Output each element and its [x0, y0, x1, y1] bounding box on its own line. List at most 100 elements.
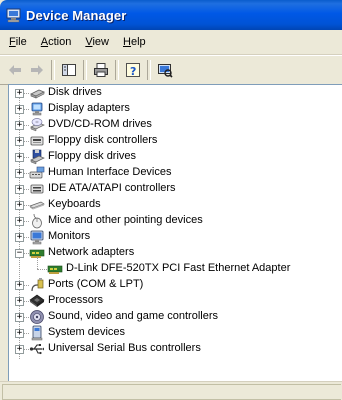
disk-drive-icon	[30, 89, 45, 99]
tree-item-label: System devices	[48, 326, 126, 338]
show-hide-console-tree-button[interactable]	[58, 59, 80, 81]
menu-file-mnemonic: F	[9, 36, 16, 48]
tree-item-label: Monitors	[48, 230, 91, 242]
menu-file-label: ile	[15, 36, 27, 48]
tree-item-label: Mice and other pointing devices	[48, 214, 203, 226]
back-arrow-icon	[9, 65, 21, 75]
expand-icon[interactable]: +	[15, 153, 24, 162]
expand-icon[interactable]: +	[15, 329, 24, 338]
tree-item-system-devices[interactable]: + System devices	[9, 325, 339, 341]
tree-item-monitors[interactable]: + Monitors	[9, 229, 339, 245]
tree-item-label: Universal Serial Bus controllers	[48, 342, 201, 354]
cdrom-drive-icon	[30, 118, 45, 132]
processor-icon	[29, 294, 45, 307]
expand-icon[interactable]: +	[15, 121, 24, 130]
forward-arrow-icon	[31, 65, 43, 75]
expand-icon[interactable]: +	[15, 281, 24, 290]
status-bar-pane	[2, 384, 341, 400]
menu-help[interactable]: Help	[116, 34, 153, 50]
menu-action-mnemonic: A	[40, 36, 49, 48]
collapse-icon[interactable]: −	[15, 249, 24, 258]
tree-connector-line	[37, 257, 38, 269]
tree-item-floppy-disk-drives[interactable]: + Floppy disk drives	[9, 149, 339, 165]
expand-icon[interactable]: +	[15, 201, 24, 210]
title-bar[interactable]: Device Manager	[0, 0, 342, 30]
floppy-drive-icon	[30, 149, 45, 165]
tree-item-label: Processors	[48, 294, 104, 306]
sound-icon	[30, 310, 44, 324]
tree-item-label: Disk drives	[48, 86, 102, 98]
forward-button[interactable]	[26, 59, 48, 81]
toolbar-separator	[51, 60, 55, 80]
tree-item-keyboards[interactable]: + Keyboards	[9, 197, 339, 213]
help-button[interactable]: ?	[122, 59, 144, 81]
port-icon	[31, 278, 44, 292]
toolbar: ?	[0, 55, 342, 85]
tree-item-dvd-cdrom-drives[interactable]: + DVD/CD-ROM drives	[9, 117, 339, 133]
toolbar-separator	[83, 60, 87, 80]
tree-item-ide-ata-atapi-controllers[interactable]: + IDE ATA/ATAPI controllers	[9, 181, 339, 197]
expand-icon[interactable]: +	[15, 185, 24, 194]
tree-item-label: Floppy disk drives	[48, 150, 137, 162]
tree-item-usb-controllers[interactable]: + Universal Serial Bus controllers	[9, 341, 339, 357]
printer-icon	[94, 63, 108, 77]
toolbar-separator	[115, 60, 119, 80]
tree-item-disk-drives[interactable]: + Disk drives	[9, 85, 339, 101]
back-button[interactable]	[4, 59, 26, 81]
monitor-icon	[30, 230, 44, 245]
menu-view[interactable]: View	[78, 34, 116, 50]
tree-item-sound-video-game-controllers[interactable]: + Sound, video and game controllers	[9, 309, 339, 325]
tree-item-label: Keyboards	[48, 198, 101, 210]
network-card-icon	[47, 265, 63, 274]
ide-controller-icon	[30, 184, 44, 194]
window-title: Device Manager	[26, 7, 127, 23]
expand-icon[interactable]: +	[15, 313, 24, 322]
tree-item-label: DVD/CD-ROM drives	[48, 118, 152, 130]
tree-item-mice-and-other-pointing-devices[interactable]: + Mice and other pointing devices	[9, 213, 339, 229]
floppy-controller-icon	[30, 136, 44, 146]
menu-help-mnemonic: H	[123, 36, 131, 48]
tree-item-human-interface-devices[interactable]: + Human Interface Devices	[9, 165, 339, 181]
expand-icon[interactable]: +	[15, 297, 24, 306]
tree-item-network-adapters[interactable]: − Network adapters	[9, 245, 339, 261]
scan-hardware-button[interactable]	[154, 59, 176, 81]
print-button[interactable]	[90, 59, 112, 81]
tree-branch-line	[37, 269, 47, 270]
expand-icon[interactable]: +	[15, 233, 24, 242]
expand-icon[interactable]: +	[15, 217, 24, 226]
mouse-icon	[32, 213, 42, 229]
menu-view-label: iew	[92, 36, 109, 48]
tree-item-label: D-Link DFE-520TX PCI Fast Ethernet Adapt…	[66, 262, 291, 274]
status-bar	[0, 381, 342, 400]
menu-help-label: elp	[130, 36, 146, 48]
hid-icon	[29, 166, 45, 179]
system-device-icon	[31, 325, 43, 341]
expand-icon[interactable]: +	[15, 89, 24, 98]
menu-file[interactable]: File	[2, 34, 34, 50]
tree-item-ports-com-lpt[interactable]: + Ports (COM & LPT)	[9, 277, 339, 293]
tree-item-processors[interactable]: + Processors	[9, 293, 339, 309]
console-tree-icon	[62, 64, 76, 76]
tree-item-label: Ports (COM & LPT)	[48, 278, 144, 290]
tree-item-label: Display adapters	[48, 102, 130, 114]
keyboard-icon	[29, 201, 45, 210]
usb-icon	[29, 344, 44, 355]
tree-item-dlink-dfe-520tx-adapter[interactable]: D-Link DFE-520TX PCI Fast Ethernet Adapt…	[9, 257, 339, 277]
expand-icon[interactable]: +	[15, 137, 24, 146]
tree-item-label: Sound, video and game controllers	[48, 310, 218, 322]
tree-item-display-adapters[interactable]: + Display adapters	[9, 101, 339, 117]
expand-icon[interactable]: +	[15, 105, 24, 114]
tree-item-floppy-disk-controllers[interactable]: + Floppy disk controllers	[9, 133, 339, 149]
tree-item-label: Floppy disk controllers	[48, 134, 158, 146]
device-tree[interactable]: + Disk drives + Display adapters + DVD/C…	[8, 84, 342, 381]
menu-action[interactable]: Action	[34, 34, 79, 50]
device-manager-icon	[6, 7, 22, 23]
expand-icon[interactable]: +	[15, 169, 24, 178]
tree-item-label: Human Interface Devices	[48, 166, 172, 178]
tree-item-label: IDE ATA/ATAPI controllers	[48, 182, 176, 194]
menu-bar: File Action View Help	[0, 30, 342, 55]
svg-text:?: ?	[130, 65, 136, 78]
expand-icon[interactable]: +	[15, 345, 24, 354]
device-manager-window: Device Manager File Action View Help ? +…	[0, 0, 342, 400]
scan-hardware-icon	[158, 64, 173, 78]
